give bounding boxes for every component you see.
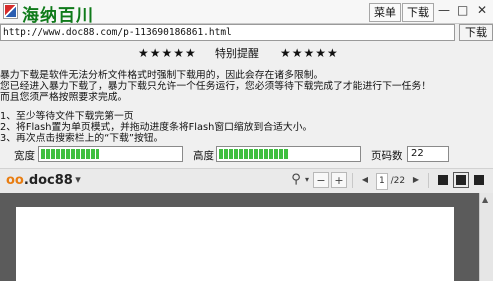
toolbar-divider [428,173,429,188]
search-dropdown-icon[interactable]: ▾ [302,172,312,188]
width-label: 宽度 [14,150,35,162]
stars-left: ★★★★★ [138,46,197,60]
pages-input[interactable]: 22 [407,146,449,162]
url-download-button[interactable]: 下载 [459,24,493,41]
fullscreen-view-icon[interactable] [474,175,484,185]
previous-page-icon[interactable]: ◀ [359,172,371,188]
height-label: 高度 [193,150,214,162]
pages-label: 页码数 [371,150,403,162]
maximize-icon[interactable]: □ [457,3,468,17]
doc88-logo-mark: oo [6,173,24,188]
next-page-icon[interactable]: ▶ [410,172,422,188]
url-input[interactable]: http://www.doc88.com/p-113690186861.html [0,24,455,41]
page-indicator: 1 /22 [376,173,405,190]
minimize-icon[interactable]: — [438,3,450,17]
total-pages: /22 [390,176,406,186]
search-icon[interactable]: ⚲ [289,172,303,188]
notice-line: 暴力下载是软件无法分析文件格式时强制下载用的，因此会存在诸多限制。 [0,70,324,81]
doc88-logo-text: .doc88 [23,173,73,188]
notice-line: 而且您须严格按照要求完成。 [0,92,128,103]
title-bar: 海纳百川 菜单 下载 — □ ✕ [0,0,493,26]
url-bar: http://www.doc88.com/p-113690186861.html… [0,24,493,42]
logo-dropdown-icon[interactable]: ▾ [72,172,84,188]
doc88-logo: oo.doc88 [6,173,73,188]
scroll-up-icon[interactable]: ▲ [482,195,488,204]
download-controls: 宽度 高度 页码数 22 [0,146,493,164]
notice-title: 特别提醒 [215,47,259,60]
stars-right: ★★★★★ [280,46,339,60]
vertical-scrollbar[interactable]: ▲ [479,193,493,281]
menu-button[interactable]: 菜单 [369,3,401,22]
notice-line: 您已经进入暴力下载了，暴力下载只允许一个任务运行，您必须等待下载完成了才能进行下… [0,81,432,92]
notice-step: 1、至少等待文件下载完第一页 [0,111,134,122]
app-title: 海纳百川 [22,6,94,26]
width-progress[interactable] [38,146,183,162]
close-icon[interactable]: ✕ [477,3,487,17]
single-page-view-icon[interactable] [438,175,448,185]
zoom-out-button[interactable]: − [313,172,329,188]
height-progress[interactable] [216,146,361,162]
width-progress-fill [41,149,100,159]
title-download-button[interactable]: 下载 [402,3,434,22]
zoom-in-button[interactable]: + [331,172,347,188]
document-page [16,207,454,281]
continuous-view-icon[interactable] [453,172,469,188]
toolbar-divider [352,173,353,188]
current-page-input[interactable]: 1 [376,173,388,190]
notice-step: 3、再次点击搜索栏上的“下载”按钮。 [0,133,164,144]
viewer-toolbar: oo.doc88 ▾ ⚲ ▾ − + ◀ 1 /22 ▶ [0,168,493,194]
height-progress-fill [219,149,289,159]
app-logo-icon [3,3,18,19]
document-viewer[interactable]: ▲ [0,193,493,281]
notice-step: 2、将Flash置为单页模式，并拖动进度条将Flash窗口缩放到合适大小。 [0,122,313,133]
